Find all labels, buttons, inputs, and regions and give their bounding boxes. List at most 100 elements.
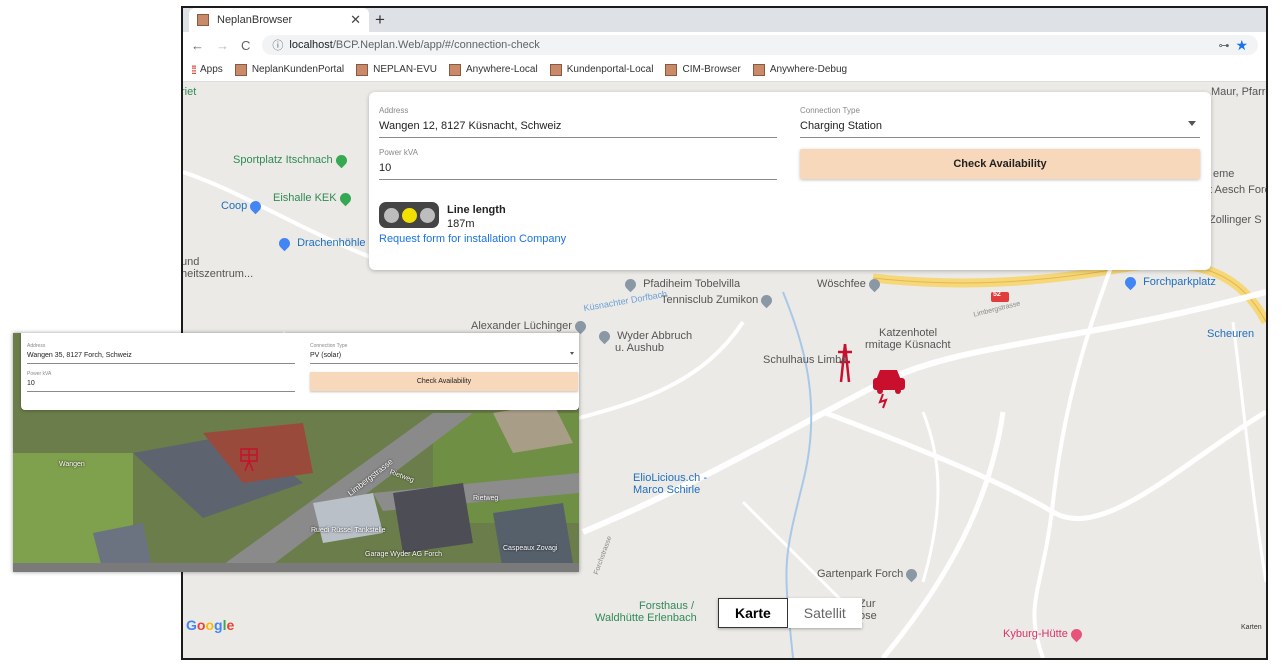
connection-check-card: Address Wangen 12, 8127 Küsnacht, Schwei… <box>369 92 1211 270</box>
map-label-kyburg[interactable]: Kyburg-Hütte <box>1003 626 1086 642</box>
bookmark-neplankundenportal[interactable]: NeplanKundenPortal <box>234 63 344 76</box>
map-label-riet: riet <box>183 86 197 98</box>
place-pin-icon <box>903 566 920 582</box>
parking-pin-icon <box>1122 274 1139 290</box>
inset-address-label: Address <box>27 343 46 349</box>
neplan-favicon-icon <box>549 63 562 76</box>
back-icon[interactable]: ← <box>191 38 204 53</box>
dropdown-arrow-icon[interactable] <box>1188 121 1196 126</box>
shop-pin-icon <box>276 235 293 251</box>
map-label-pfadiheim[interactable]: Pfadiheim Tobelvilla <box>622 276 740 292</box>
map-label-ermitage[interactable]: rmitage Küsnacht <box>865 339 951 351</box>
map-label-wyder[interactable]: Wyder Abbruch u. Aushub <box>596 328 692 354</box>
bookmark-star-icon[interactable]: ★ <box>1235 37 1248 54</box>
map-type-control: Karte Satellit <box>718 598 862 628</box>
line-length-value: 187m <box>447 218 475 230</box>
reload-icon[interactable]: C <box>241 38 250 53</box>
bookmark-kundenportal-local[interactable]: Kundenportal-Local <box>549 63 653 76</box>
dropdown-arrow-icon[interactable] <box>570 352 574 355</box>
sat-label-tankstelle[interactable]: Ruedi Rüssel Tankstelle <box>311 527 386 534</box>
neplan-favicon-icon <box>752 63 765 76</box>
line-length-title: Line length <box>447 204 506 216</box>
traffic-light-red-lamp <box>383 207 399 223</box>
bookmark-anywhere-local[interactable]: Anywhere-Local <box>449 63 538 76</box>
neplan-favicon-icon <box>356 63 369 76</box>
neplan-favicon-icon <box>234 63 247 76</box>
place-pin-icon <box>572 318 589 334</box>
traffic-light-green-lamp <box>419 207 435 223</box>
new-tab-icon[interactable]: + <box>375 10 385 30</box>
neplan-favicon-icon <box>449 63 462 76</box>
inset-power-input[interactable]: 10 <box>27 380 295 392</box>
map-label-coop[interactable]: Coop <box>221 198 265 214</box>
map-label-forsthaus[interactable]: Forsthaus / Waldhütte Erlenbach <box>595 600 697 624</box>
place-pin-icon <box>596 328 613 344</box>
map-label-forchparkplatz[interactable]: Forchparkplatz <box>1122 274 1216 290</box>
inset-power-label: Power kVA <box>27 371 52 377</box>
map-label-eishalle[interactable]: Eishalle KEK <box>273 190 355 206</box>
google-logo: Google <box>186 617 235 633</box>
inset-check-availability-button[interactable]: Check Availability <box>310 372 578 391</box>
map-label-eliolicious[interactable]: ElioLicious.ch - Marco Schirle <box>633 472 707 496</box>
map-label-aesch: t Aesch Forc <box>1209 184 1266 196</box>
sports-pin-icon <box>337 190 353 206</box>
info-icon: ⓘ <box>272 40 284 52</box>
power-input[interactable]: 10 <box>379 162 777 180</box>
place-pin-icon <box>622 276 639 292</box>
map-type-satellit-button[interactable]: Satellit <box>787 598 862 628</box>
apps-grid-icon: ⁞⁞⁞ <box>191 62 197 77</box>
map-label-woeschfee[interactable]: Wöschfee <box>817 276 884 292</box>
bookmark-neplan-evu[interactable]: NEPLAN-EVU <box>356 63 437 76</box>
neplan-favicon-icon <box>197 14 209 26</box>
browser-tab[interactable]: NeplanBrowser ✕ <box>189 8 369 32</box>
road-52-label: 52 <box>993 291 1001 298</box>
inset-connection-type-select[interactable]: Connection Type PV (solar) <box>310 343 578 364</box>
address-input[interactable]: Wangen 12, 8127 Küsnacht, Schweiz <box>379 120 777 138</box>
map-data-credit[interactable]: Karten <box>1241 624 1262 631</box>
shop-pin-icon <box>248 198 264 214</box>
map-label-alexander[interactable]: Alexander Lüchinger <box>471 318 590 334</box>
browser-toolbar: ← → C ⓘ localhost/BCP.Neplan.Web/app/#/c… <box>183 32 1266 58</box>
map-label-gartenpark[interactable]: Gartenpark Forch <box>817 566 921 582</box>
bookmark-cim-browser[interactable]: CIM-Browser <box>665 63 741 76</box>
map-label-maur: Maur, Pfarreri <box>1211 86 1266 98</box>
park-pin-icon <box>333 152 350 168</box>
map-type-karte-button[interactable]: Karte <box>718 598 788 628</box>
map-label-schulhaus[interactable]: Schulhaus Limbe <box>763 354 847 366</box>
map-label-und: und <box>183 256 200 268</box>
url-host: localhost <box>289 39 333 51</box>
traffic-light-icon <box>379 202 439 228</box>
tab-title: NeplanBrowser <box>217 14 293 26</box>
inset-connection-check-card: Address Wangen 35, 8127 Forch, Schweiz C… <box>21 333 579 410</box>
map-label-drachenhoehle[interactable]: Drachenhöhle <box>276 235 366 251</box>
key-icon[interactable]: ⊶ <box>1218 39 1229 52</box>
request-form-link[interactable]: Request form for installation Company <box>379 233 566 245</box>
inset-power-field[interactable]: Power kVA 10 <box>27 371 295 392</box>
bookmark-apps[interactable]: ⁞⁞⁞ Apps <box>191 63 223 77</box>
connection-type-value[interactable]: Charging Station <box>800 120 1200 138</box>
connection-type-select[interactable]: Connection Type Charging Station <box>800 106 1200 138</box>
bookmark-anywhere-debug[interactable]: Anywhere-Debug <box>752 63 847 76</box>
address-field[interactable]: Address Wangen 12, 8127 Küsnacht, Schwei… <box>379 106 777 138</box>
sat-label-wangen: Wangen <box>59 461 85 468</box>
map-label-katzenhotel[interactable]: Katzenhotel <box>879 327 937 339</box>
check-availability-button[interactable]: Check Availability <box>800 149 1200 179</box>
url-path: /BCP.Neplan.Web/app/#/connection-check <box>332 39 540 51</box>
sat-label-caspeaux[interactable]: Caspeaux Zovagi <box>503 545 557 552</box>
inset-address-field[interactable]: Address Wangen 35, 8127 Forch, Schweiz <box>27 343 295 364</box>
inset-address-input[interactable]: Wangen 35, 8127 Forch, Schweiz <box>27 352 295 364</box>
power-field[interactable]: Power kVA 10 <box>379 148 777 180</box>
sat-label-garage[interactable]: Garage Wyder AG Forch <box>365 551 442 558</box>
map-label-sportplatz[interactable]: Sportplatz Itschnach <box>233 152 351 168</box>
place-pin-icon <box>866 276 883 292</box>
connection-type-label: Connection Type <box>800 106 860 115</box>
neplan-favicon-icon <box>665 63 678 76</box>
inset-connection-type-label: Connection Type <box>310 343 348 349</box>
address-bar[interactable]: ⓘ localhost/BCP.Neplan.Web/app/#/connect… <box>262 35 1258 55</box>
screenshot-stage: NeplanBrowser ✕ + ← → C ⓘ localhost/BCP.… <box>0 0 1283 666</box>
close-tab-icon[interactable]: ✕ <box>350 12 361 28</box>
map-label-scheuren[interactable]: Scheuren <box>1207 328 1254 340</box>
map-label-tennisclub[interactable]: Tennisclub Zumikon <box>661 292 776 308</box>
inset-connection-type-value[interactable]: PV (solar) <box>310 352 578 364</box>
forward-icon[interactable]: → <box>216 38 229 53</box>
